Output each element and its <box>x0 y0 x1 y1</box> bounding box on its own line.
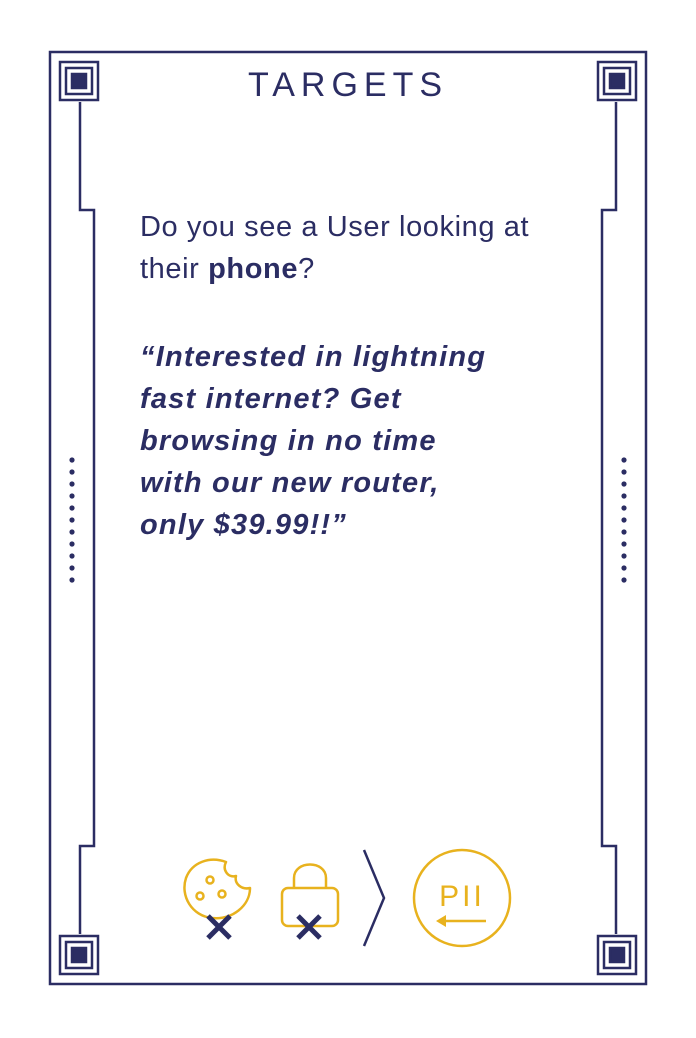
icon-row: PII <box>183 848 512 948</box>
lock-icon <box>280 863 340 928</box>
pii-badge-icon: PII <box>412 848 512 948</box>
chevron-right-icon <box>362 849 386 947</box>
pii-label: PII <box>439 880 485 913</box>
cookie-icon <box>183 858 252 920</box>
